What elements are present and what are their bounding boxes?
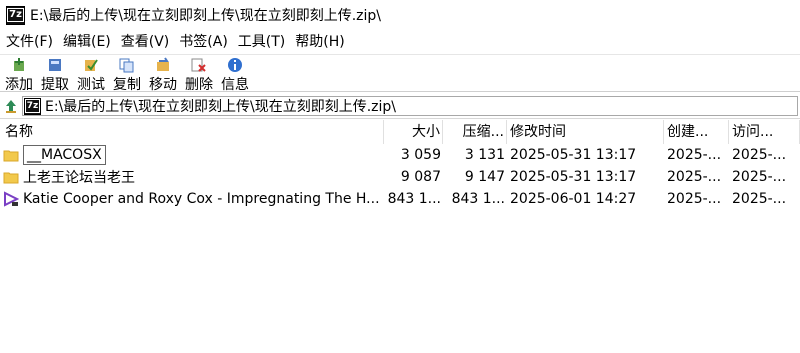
column-header-modified[interactable]: 修改时间 [507,120,664,144]
file-modified: 2025-06-01 14:27 [510,191,637,207]
up-folder-icon[interactable] [4,99,18,113]
file-accessed: 2025-... [732,191,787,207]
add-button[interactable]: 添加 [2,55,36,93]
extract-icon [47,57,63,73]
test-icon [83,57,99,73]
toolbar: 添加 提取 测试 复制 移动 删除 信息 [0,54,800,93]
move-button[interactable]: 移动 [146,55,180,93]
menu-help[interactable]: 帮助(H) [289,31,348,51]
file-name: 上老王论坛当老王 [23,170,135,186]
file-modified: 2025-05-31 13:17 [510,147,637,163]
address-field[interactable]: 7z E:\最后的上传\现在立刻即刻上传\现在立刻即刻上传.zip\ [22,96,798,116]
file-name: __MACOSX [23,145,106,165]
file-accessed: 2025-... [732,169,787,185]
menu-bar: 文件(F) 编辑(E) 查看(V) 书签(A) 工具(T) 帮助(H) [0,30,800,52]
file-created: 2025-... [667,147,722,163]
info-icon [227,57,243,73]
copy-icon [119,57,135,73]
file-created: 2025-... [667,191,722,207]
archive-icon: 7z [24,97,41,115]
file-size: 3 059 [400,147,441,163]
7zip-app-icon: 7z [6,5,25,25]
file-name: Katie Cooper and Roxy Cox - Impregnating… [23,191,380,207]
copy-button[interactable]: 复制 [110,55,144,93]
folder-icon [3,172,19,184]
menu-edit[interactable]: 编辑(E) [57,31,115,51]
video-file-icon [4,191,19,207]
file-accessed: 2025-... [732,147,787,163]
list-item[interactable]: 上老王论坛当老王 9 087 9 147 2025-05-31 13:17 20… [0,166,800,188]
address-path: E:\最后的上传\现在立刻即刻上传\现在立刻即刻上传.zip\ [45,99,397,115]
delete-icon [191,57,207,73]
column-header-created[interactable]: 创建... [664,120,729,144]
file-list: 名称 大小 压缩... 修改时间 创建... 访问... __MACOSX 3 … [0,120,800,210]
extract-button[interactable]: 提取 [38,55,72,93]
menu-view[interactable]: 查看(V) [115,31,174,51]
menu-bookmarks[interactable]: 书签(A) [173,31,232,51]
column-header-accessed[interactable]: 访问... [729,120,800,144]
folder-icon [3,150,19,162]
file-size: 9 087 [400,169,441,185]
title-bar: 7z E:\最后的上传\现在立刻即刻上传\现在立刻即刻上传.zip\ [0,0,800,30]
test-button[interactable]: 测试 [74,55,108,93]
file-modified: 2025-05-31 13:17 [510,169,637,185]
column-header-name[interactable]: 名称 [0,120,384,144]
column-header-packed[interactable]: 压缩... [443,120,507,144]
file-size: 843 1... [387,191,441,207]
address-bar: 7z E:\最后的上传\现在立刻即刻上传\现在立刻即刻上传.zip\ [0,94,800,119]
move-icon [155,57,171,73]
file-created: 2025-... [667,169,722,185]
column-headers: 名称 大小 压缩... 修改时间 创建... 访问... [0,120,800,144]
add-icon [11,57,27,73]
menu-tools[interactable]: 工具(T) [232,31,289,51]
info-button[interactable]: 信息 [218,55,252,93]
delete-button[interactable]: 删除 [182,55,216,93]
file-packed-size: 9 147 [464,169,505,185]
column-header-size[interactable]: 大小 [384,120,443,144]
list-item[interactable]: __MACOSX 3 059 3 131 2025-05-31 13:17 20… [0,144,800,166]
file-packed-size: 843 1... [451,191,505,207]
window-title: E:\最后的上传\现在立刻即刻上传\现在立刻即刻上传.zip\ [30,8,382,24]
list-item[interactable]: Katie Cooper and Roxy Cox - Impregnating… [0,188,800,210]
file-packed-size: 3 131 [464,147,505,163]
menu-file[interactable]: 文件(F) [0,31,57,51]
